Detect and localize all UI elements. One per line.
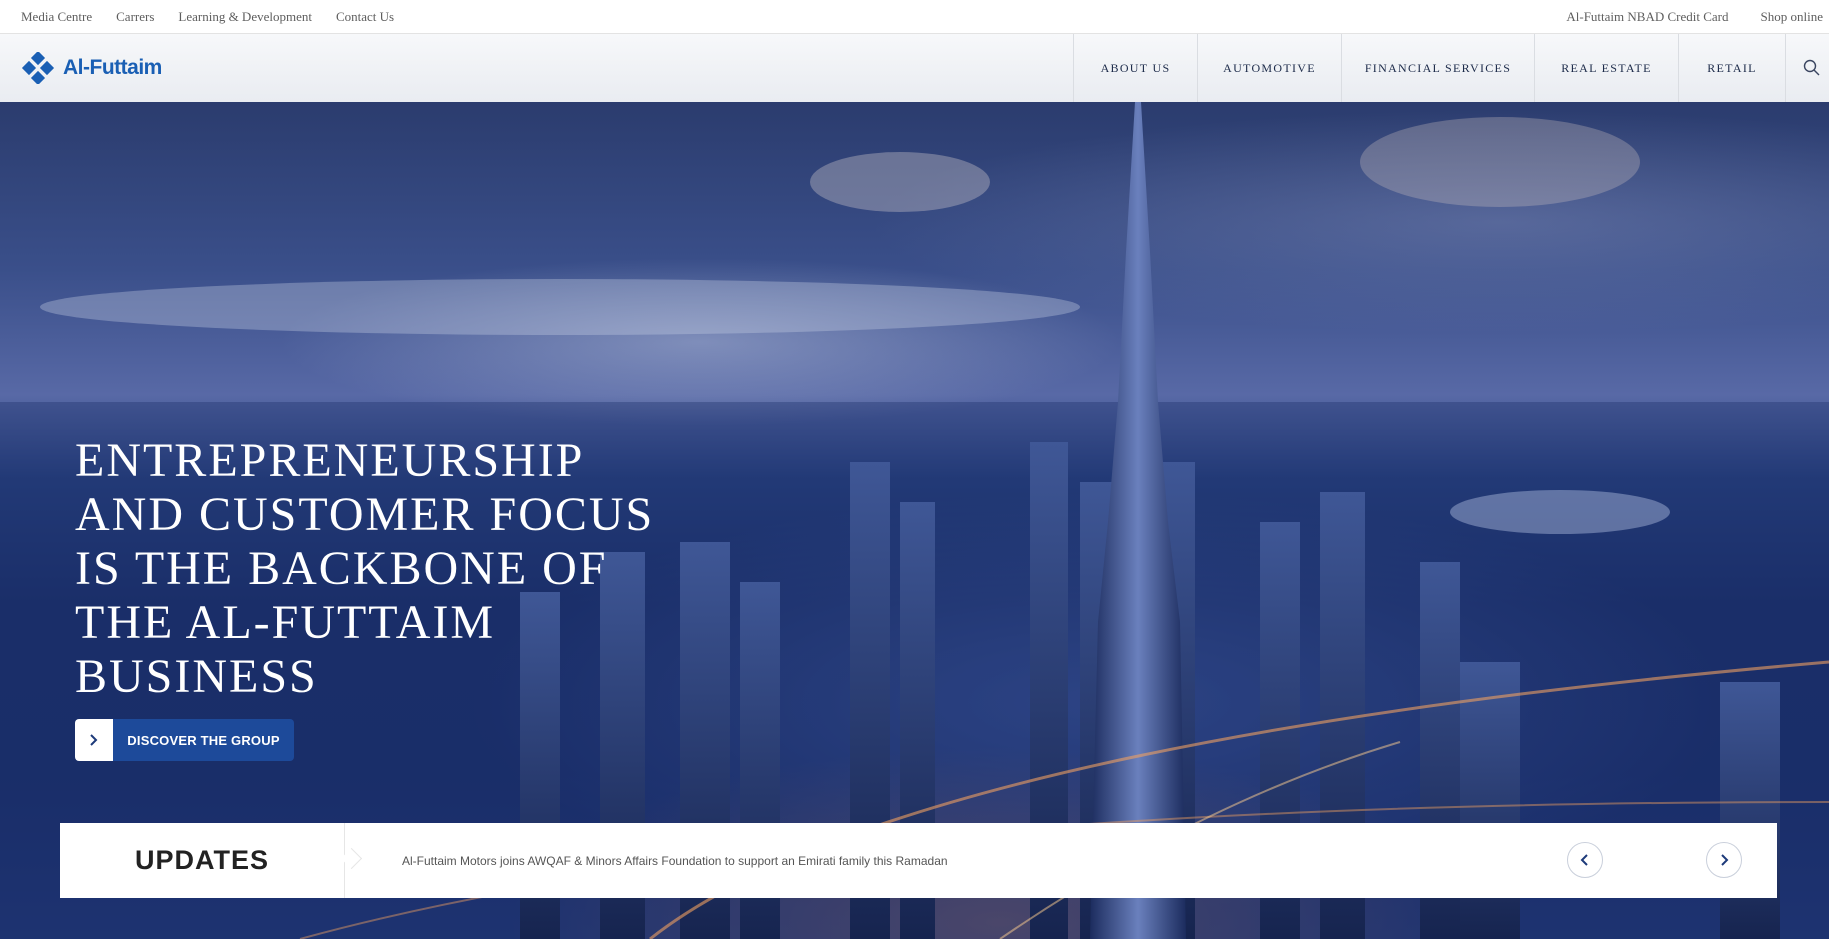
hero-banner: ENTREPRENEURSHIP AND CUSTOMER FOCUS IS T… <box>0 102 1829 939</box>
headline-line: BUSINESS <box>75 650 318 703</box>
update-headline-link[interactable]: Al-Futtaim Motors joins AWQAF & Minors A… <box>402 823 948 898</box>
careers-link[interactable]: Carrers <box>116 9 154 25</box>
primary-nav: ABOUT US AUTOMOTIVE FINANCIAL SERVICES R… <box>1073 34 1786 102</box>
credit-card-link[interactable]: Al-Futtaim NBAD Credit Card <box>1566 9 1728 25</box>
search-icon[interactable] <box>1802 58 1822 78</box>
main-header: Al-Futtaim ABOUT US AUTOMOTIVE FINANCIAL… <box>0 34 1829 102</box>
headline-line: THE AL-FUTTAIM <box>75 596 496 649</box>
chevron-right-icon <box>1721 854 1729 866</box>
learning-development-link[interactable]: Learning & Development <box>178 9 312 25</box>
updates-ticker: UPDATES Al-Futtaim Motors joins AWQAF & … <box>60 823 1777 898</box>
headline-line: AND CUSTOMER FOCUS <box>75 488 655 541</box>
next-update-button[interactable] <box>1706 842 1742 878</box>
brand-logo[interactable]: Al-Futtaim <box>20 52 162 84</box>
updates-title: UPDATES <box>60 823 345 898</box>
media-centre-link[interactable]: Media Centre <box>21 9 92 25</box>
chevron-right-icon <box>75 719 113 761</box>
hero-headline: ENTREPRENEURSHIP AND CUSTOMER FOCUS IS T… <box>75 434 795 704</box>
utility-bar: Media Centre Carrers Learning & Developm… <box>0 0 1829 34</box>
nav-real-estate[interactable]: REAL ESTATE <box>1534 34 1678 102</box>
nav-about-us[interactable]: ABOUT US <box>1073 34 1197 102</box>
previous-update-button[interactable] <box>1567 842 1603 878</box>
discover-the-group-button[interactable]: DISCOVER THE GROUP <box>75 719 294 761</box>
shop-online-link[interactable]: Shop online <box>1761 9 1823 25</box>
utility-links-left: Media Centre Carrers Learning & Developm… <box>21 0 418 33</box>
utility-links-right: Al-Futtaim NBAD Credit Card Shop online <box>1534 0 1823 33</box>
headline-line: ENTREPRENEURSHIP <box>75 434 585 487</box>
nav-retail[interactable]: RETAIL <box>1678 34 1786 102</box>
diamond-logo-icon <box>21 52 55 84</box>
headline-line: IS THE BACKBONE OF <box>75 542 608 595</box>
nav-automotive[interactable]: AUTOMOTIVE <box>1197 34 1341 102</box>
contact-us-link[interactable]: Contact Us <box>336 9 394 25</box>
chevron-left-icon <box>1580 854 1588 866</box>
nav-financial-services[interactable]: FINANCIAL SERVICES <box>1341 34 1534 102</box>
discover-button-label: DISCOVER THE GROUP <box>113 719 294 761</box>
logo-wordmark: Al-Futtaim <box>63 56 162 79</box>
